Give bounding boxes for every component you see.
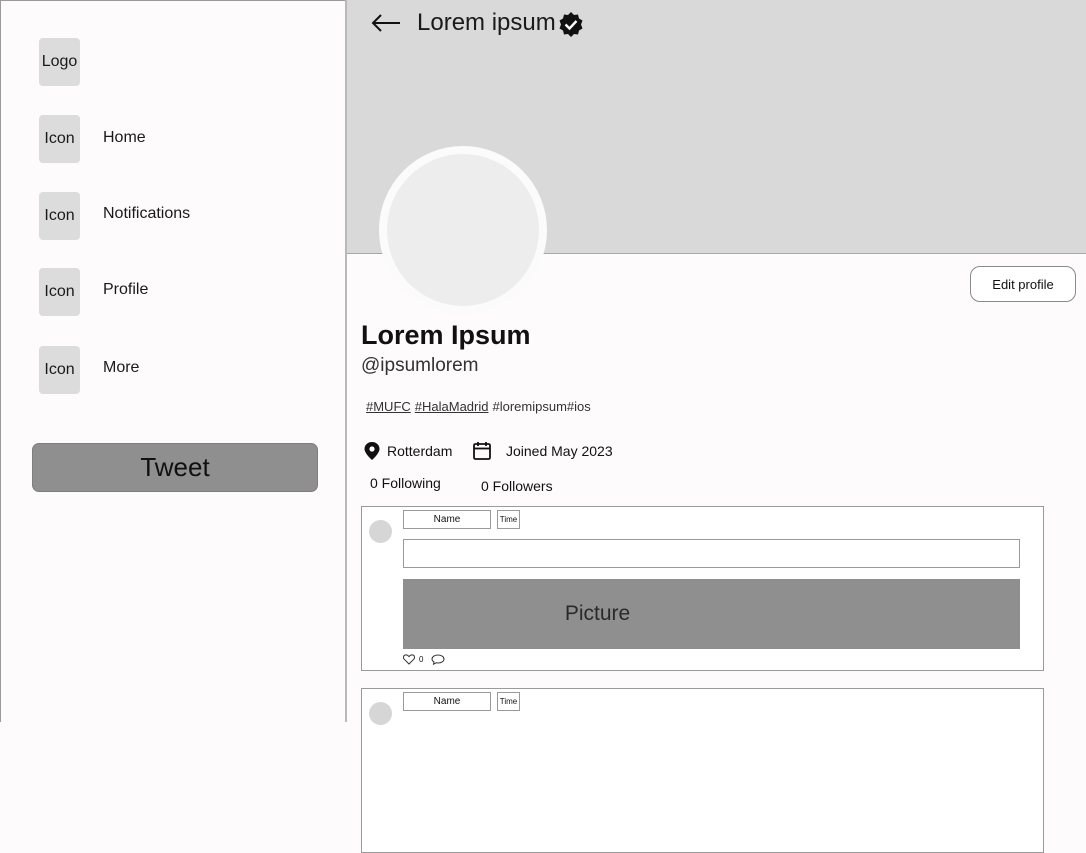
calendar-icon: [473, 442, 491, 460]
more-icon[interactable]: Icon: [39, 346, 80, 394]
hashtag-link[interactable]: #MUFC: [366, 399, 411, 414]
tweet-time: Time: [497, 692, 520, 711]
profile-joined-date: Joined May 2023: [506, 443, 613, 459]
profile-hashtags: #MUFC #HalaMadrid #loremipsum#ios: [366, 399, 591, 414]
hashtag-link[interactable]: #HalaMadrid: [415, 399, 489, 414]
tweet-picture[interactable]: Picture: [403, 579, 1020, 649]
page-title: Lorem ipsum: [417, 9, 556, 36]
profile-display-name: Lorem Ipsum: [361, 320, 531, 350]
sidebar-icon-label: Icon: [44, 130, 75, 147]
tweet-card[interactable]: Name Time Picture 0: [361, 506, 1044, 671]
sidebar-item-home[interactable]: Home: [103, 129, 146, 147]
profile-icon[interactable]: Icon: [39, 268, 80, 316]
profile-location: Rotterdam: [387, 443, 453, 459]
profile-avatar[interactable]: [379, 146, 547, 314]
tweet-card[interactable]: Name Time: [361, 688, 1044, 853]
tweet-text-placeholder: [403, 539, 1020, 568]
home-icon[interactable]: Icon: [39, 115, 80, 163]
followers-count[interactable]: 0 Followers: [481, 478, 553, 494]
sidebar-item-notifications[interactable]: Notifications: [103, 205, 190, 223]
tweet-author-name[interactable]: Name: [403, 510, 491, 529]
tweet-button[interactable]: Tweet: [32, 443, 318, 492]
verified-badge-icon: [559, 12, 583, 37]
tweet-avatar[interactable]: [369, 520, 392, 543]
heart-icon[interactable]: [403, 654, 415, 665]
notifications-icon[interactable]: Icon: [39, 192, 80, 240]
following-count[interactable]: 0 Following: [370, 475, 441, 491]
logo-label: Logo: [41, 53, 78, 70]
tweet-author-name[interactable]: Name: [403, 692, 491, 711]
sidebar-icon-label: Icon: [44, 283, 75, 300]
location-pin-icon: [364, 442, 380, 460]
sidebar-item-profile[interactable]: Profile: [103, 281, 148, 299]
sidebar: Logo Icon Home Icon Notifications Icon P…: [0, 0, 345, 722]
profile-handle: @ipsumlorem: [361, 355, 479, 376]
like-count: 0: [419, 655, 424, 664]
tweet-actions: 0: [403, 654, 445, 665]
logo[interactable]: Logo: [39, 38, 80, 86]
arrow-left-icon[interactable]: [370, 10, 402, 36]
sidebar-item-more[interactable]: More: [103, 359, 139, 377]
hashtag-text: #loremipsum#ios: [492, 399, 591, 414]
tweet-time: Time: [497, 510, 520, 529]
sidebar-icon-label: Icon: [44, 207, 75, 224]
sidebar-icon-label: Icon: [44, 361, 75, 378]
edit-profile-button[interactable]: Edit profile: [970, 266, 1076, 302]
comment-icon[interactable]: [431, 654, 445, 665]
tweet-picture-label: Picture: [564, 602, 631, 625]
